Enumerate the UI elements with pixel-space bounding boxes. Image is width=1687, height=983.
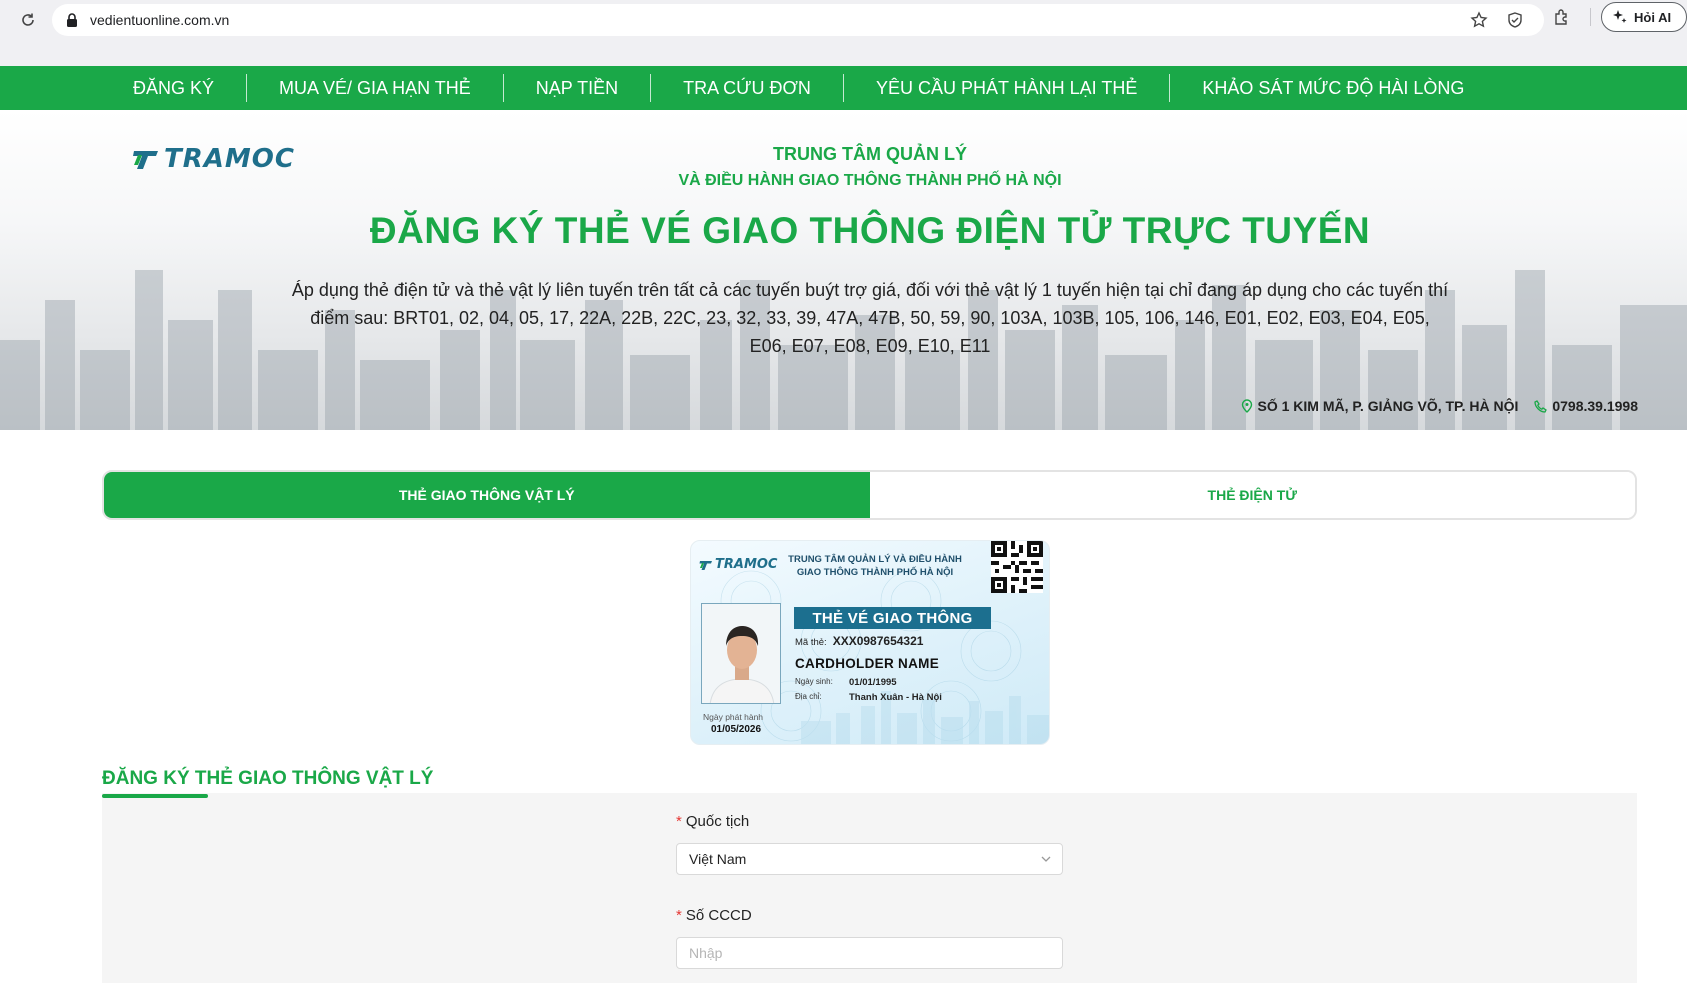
bookmark-star-icon[interactable] — [1470, 11, 1488, 34]
shield-icon[interactable] — [1506, 11, 1524, 34]
nationality-select[interactable]: Việt Nam — [676, 843, 1063, 875]
nav-item-satisfaction-survey[interactable]: KHẢO SÁT MỨC ĐỘ HÀI LÒNG — [1170, 74, 1496, 102]
dob-row: Ngày sinh: 01/01/1995 — [795, 677, 897, 688]
issue-date-label: Ngày phát hành — [703, 712, 764, 722]
cardholder-photo — [701, 603, 781, 704]
cccd-label-text: Số CCCD — [685, 907, 752, 924]
card-logo-text: TRAMOC — [715, 557, 778, 572]
contact-info: SỐ 1 KIM MÃ, P. GIẢNG VÕ, TP. HÀ NỘI 079… — [1225, 398, 1638, 414]
nationality-label: * Quốc tịch — [676, 813, 749, 830]
org-name-line2: VÀ ĐIỀU HÀNH GIAO THÔNG THÀNH PHỐ HÀ NỘI — [678, 172, 1062, 189]
address-bar[interactable]: vedientuonline.com.vn — [52, 4, 1544, 36]
card-org-name: TRUNG TÂM QUẢN LÝ VÀ ĐIỀU HÀNH GIAO THÔN… — [788, 554, 962, 578]
reload-icon[interactable] — [12, 4, 44, 36]
browser-chrome: vedientuonline.com.vn Hỏi AI — [0, 0, 1687, 66]
tab-physical-card[interactable]: THẺ GIAO THÔNG VẬT LÝ — [104, 472, 870, 518]
card-address-label: Địa chỉ: — [795, 692, 822, 701]
card-banner: THẺ VÉ GIAO THÔNG — [794, 607, 991, 629]
nationality-label-text: Quốc tịch — [685, 813, 750, 830]
card-number-label: Mã thẻ: — [795, 637, 827, 648]
location-pin-icon — [1241, 399, 1252, 413]
card-address-row: Địa chỉ: Thanh Xuân - Hà Nội — [795, 692, 942, 703]
address-text: SỐ 1 KIM MÃ, P. GIẢNG VÕ, TP. HÀ NỘI — [1257, 398, 1519, 414]
extensions-icon[interactable] — [1553, 8, 1571, 31]
browser-toolbar: vedientuonline.com.vn — [12, 4, 1675, 36]
card-type-tabs: THẺ GIAO THÔNG VẬT LÝ THẺ ĐIỆN TỬ — [102, 470, 1637, 520]
required-mark: * — [676, 907, 682, 924]
page-title: ĐĂNG KÝ THẺ VÉ GIAO THÔNG ĐIỆN TỬ TRỰC T… — [369, 210, 1371, 251]
issue-date-value: 01/05/2026 — [711, 724, 762, 735]
section-title-underline — [102, 794, 208, 798]
nationality-selected-value: Việt Nam — [689, 851, 747, 867]
form-section-title: ĐĂNG KÝ THẺ GIAO THÔNG VẬT LÝ — [102, 768, 434, 789]
required-mark: * — [676, 813, 682, 830]
sparkle-icon — [1613, 10, 1627, 23]
toolbar-separator — [1590, 8, 1591, 26]
avatar-image — [702, 604, 780, 703]
hero-banner: TRAMOC TRUNG TÂM QUẢN LÝ VÀ ĐIỀU HÀNH GI… — [0, 110, 1687, 430]
card-number-value: XXX0987654321 — [832, 634, 924, 648]
ask-ai-label: Hỏi AI — [1634, 9, 1672, 25]
phone-icon — [1534, 399, 1548, 413]
cccd-label: * Số CCCD — [676, 907, 752, 924]
main-nav: ĐĂNG KÝ MUA VÉ/ GIA HẠN THẺ NẠP TIỀN TRA… — [0, 66, 1687, 110]
nav-item-register[interactable]: ĐĂNG KÝ — [101, 74, 248, 102]
card-address-value: Thanh Xuân - Hà Nội — [849, 692, 942, 703]
card-logo-icon — [699, 560, 712, 570]
sample-transport-card: TRAMOC TRUNG TÂM QUẢN LÝ VÀ ĐIỀU HÀNH GI… — [690, 540, 1050, 745]
cardholder-name: CARDHOLDER NAME — [795, 656, 939, 671]
chevron-down-icon — [1041, 856, 1051, 862]
lock-icon — [64, 12, 80, 28]
nav-item-lookup-order[interactable]: TRA CỨU ĐƠN — [651, 74, 844, 102]
url-text[interactable]: vedientuonline.com.vn — [90, 12, 229, 28]
nav-item-reissue-card[interactable]: YÊU CẦU PHÁT HÀNH LẠI THẺ — [844, 74, 1171, 102]
phone-text: 0798.39.1998 — [1552, 398, 1638, 414]
address-item: SỐ 1 KIM MÃ, P. GIẢNG VÕ, TP. HÀ NỘI — [1241, 398, 1519, 414]
nav-item-buy-renew[interactable]: MUA VÉ/ GIA HẠN THẺ — [247, 74, 504, 102]
qr-code-icon — [991, 541, 1043, 593]
org-name-line1: TRUNG TÂM QUẢN LÝ — [773, 144, 967, 164]
cccd-input[interactable] — [676, 937, 1063, 969]
ask-ai-button[interactable]: Hỏi AI — [1601, 2, 1687, 32]
hero-description: Áp dụng thẻ điện tử và thẻ vật lý liên t… — [291, 280, 1449, 356]
card-logo: TRAMOC — [699, 557, 777, 572]
tab-electronic-card[interactable]: THẺ ĐIỆN TỬ — [869, 472, 1635, 518]
dob-value: 01/01/1995 — [849, 677, 897, 688]
dob-label: Ngày sinh: — [795, 677, 833, 686]
phone-item[interactable]: 0798.39.1998 — [1534, 398, 1638, 414]
card-number-row: Mã thẻ: XXX0987654321 — [795, 634, 923, 648]
nav-item-top-up[interactable]: NẠP TIỀN — [504, 74, 652, 102]
